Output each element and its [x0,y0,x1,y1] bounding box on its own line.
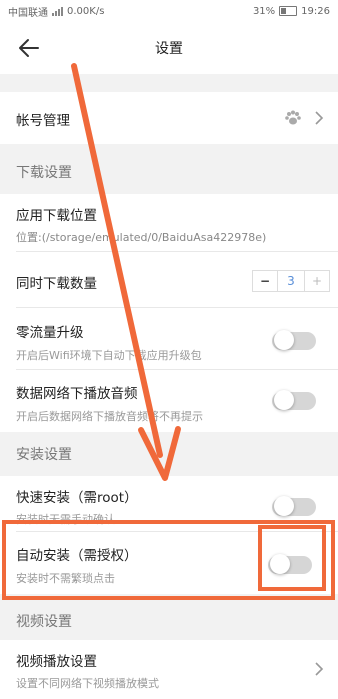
stepper-value: 3 [277,271,305,291]
mobile-audio-toggle[interactable] [272,390,316,410]
status-bar: 中国联通 0.00K/s 31% 19:26 [0,0,338,22]
clock: 19:26 [301,5,330,17]
section-header-install: 安装设置 [0,432,338,476]
toggle-knob [274,496,294,516]
quick-install-label: 快速安装（需root） [16,490,138,506]
signal-icon [52,6,63,16]
battery-icon [279,6,298,16]
video-playback-row[interactable]: 视频播放设置 设置不同网络下视频播放模式 [0,640,338,699]
mobile-audio-label: 数据网络下播放音频 [16,386,138,402]
account-management-row[interactable]: 帐号管理 [0,92,338,144]
zero-traffic-upgrade-row: 零流量升级 开启后Wifi环境下自动下载应用升级包 [0,308,338,370]
section-header-download: 下载设置 [0,152,338,194]
chevron-right-icon [315,111,324,125]
chevron-right-icon [315,662,324,676]
video-playback-label: 视频播放设置 [16,654,97,670]
concurrent-downloads-row: 同时下载数量 − 3 + [0,252,338,308]
quick-install-toggle[interactable] [272,496,316,516]
app-bar: 设置 [0,22,338,74]
mobile-audio-desc: 开启后数据网络下播放音频将不再提示 [16,410,203,423]
carrier: 中国联通 [8,7,48,19]
paw-icon [285,110,301,125]
section-header-video: 视频设置 [0,600,338,640]
download-location-row[interactable]: 应用下载位置 位置:(/storage/emulated/0/BaiduAsa4… [0,194,338,252]
annotation-highlight-toggle [258,525,326,591]
page-title: 设置 [155,41,183,57]
zero-traffic-upgrade-toggle[interactable] [272,330,316,350]
toggle-knob [274,330,294,350]
stepper-plus-button[interactable]: + [305,271,329,291]
battery-percent: 31% [252,5,276,17]
video-playback-desc: 设置不同网络下视频播放模式 [16,677,159,690]
stepper-minus-button[interactable]: − [253,271,277,291]
account-management-label: 帐号管理 [16,113,70,129]
zero-traffic-upgrade-desc: 开启后Wifi环境下自动下载应用升级包 [16,349,202,362]
net-speed: 0.00K/s [67,5,105,17]
concurrent-downloads-stepper: − 3 + [252,270,330,292]
download-location-label: 应用下载位置 [16,208,97,224]
concurrent-downloads-label: 同时下载数量 [16,276,97,292]
toggle-knob [274,390,294,410]
download-location-path: 位置:(/storage/emulated/0/BaiduAsa422978e) [16,231,267,244]
zero-traffic-upgrade-label: 零流量升级 [16,325,84,341]
mobile-audio-row: 数据网络下播放音频 开启后数据网络下播放音频将不再提示 [0,370,338,432]
